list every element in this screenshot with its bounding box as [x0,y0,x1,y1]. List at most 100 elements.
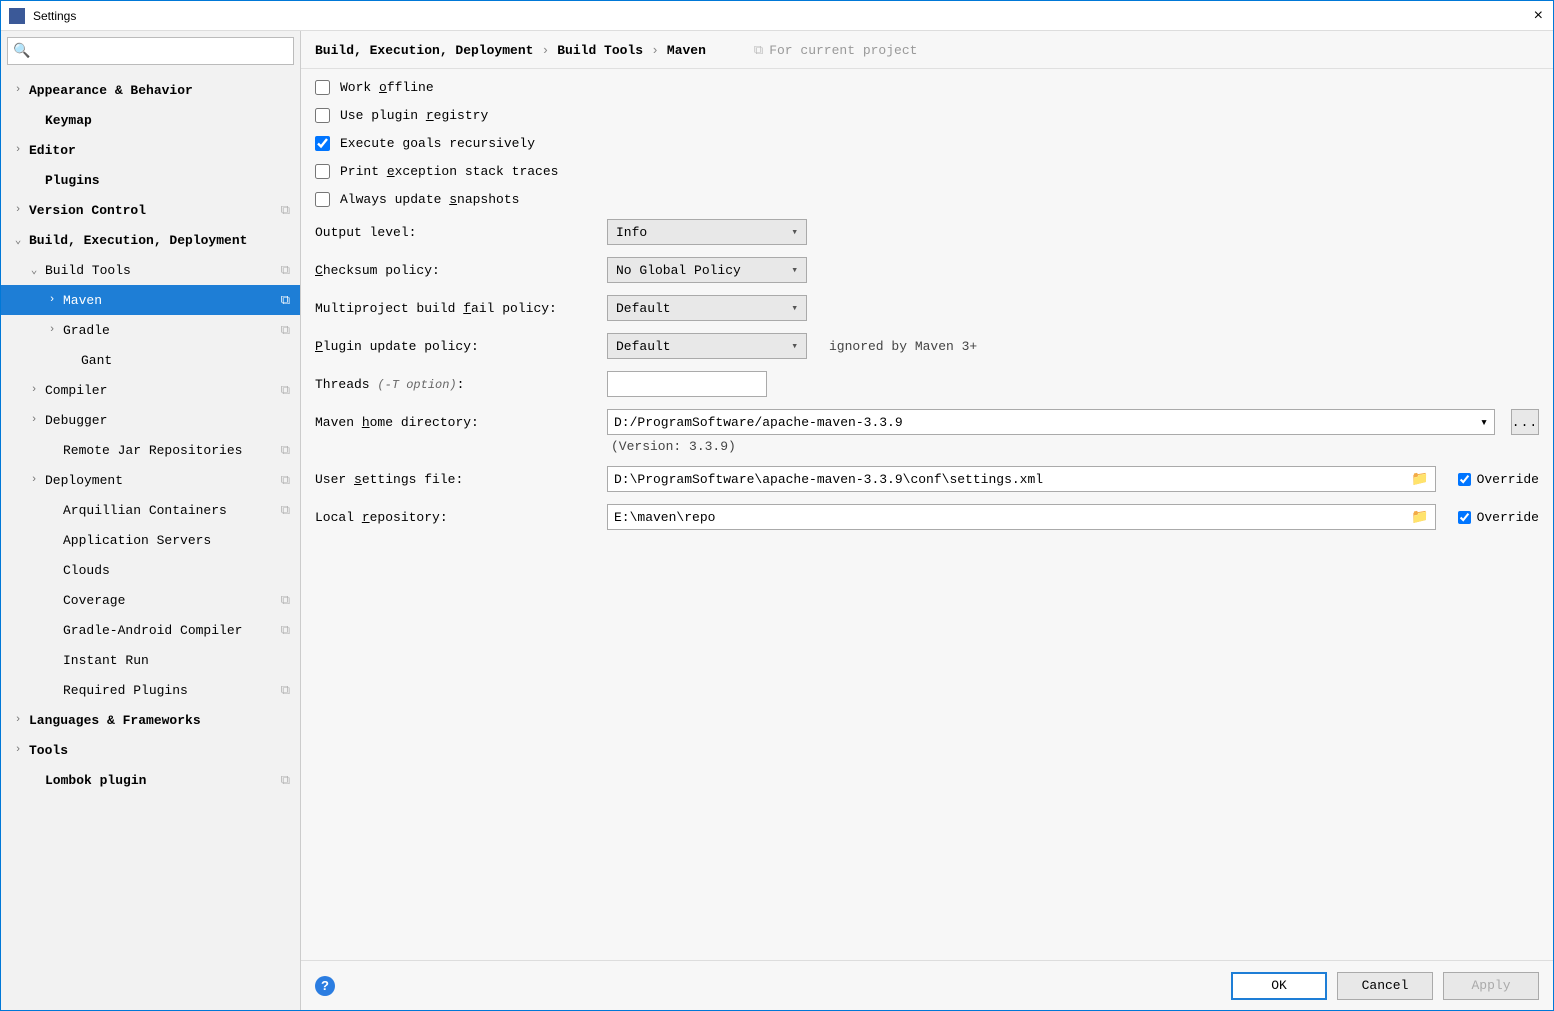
copy-icon: ⧉ [281,683,290,698]
sidebar-item-arquillian-containers[interactable]: Arquillian Containers⧉ [1,495,300,525]
sidebar-item-label: Tools [25,743,68,758]
sidebar-item-label: Required Plugins [59,683,188,698]
sidebar-item-gradle[interactable]: ›Gradle ⧉ [1,315,300,345]
maven-version-note: (Version: 3.3.9) [315,439,1539,454]
local-repo-input[interactable]: E:\maven\repo 📁 [607,504,1436,530]
window-title: Settings [33,9,76,23]
sidebar-item-languages-frameworks[interactable]: ›Languages & Frameworks [1,705,300,735]
sidebar-item-lombok-plugin[interactable]: Lombok plugin⧉ [1,765,300,795]
chevron-icon: › [11,204,25,216]
copy-icon: ⧉ [281,293,290,308]
settings-tree: ›Appearance & BehaviorKeymap›EditorPlugi… [1,71,300,1010]
sidebar-item-appearance-behavior[interactable]: ›Appearance & Behavior [1,75,300,105]
crumb-0: Build, Execution, Deployment [315,43,533,58]
sidebar-item-label: Build Tools [41,263,131,278]
sidebar-item-gradle-android-compiler[interactable]: Gradle-Android Compiler⧉ [1,615,300,645]
maven-home-combo[interactable]: D:/ProgramSoftware/apache-maven-3.3.9 ▾ [607,409,1495,435]
chevron-icon: ⌄ [11,233,25,247]
sidebar-item-keymap[interactable]: Keymap [1,105,300,135]
sidebar-item-label: Version Control [25,203,146,218]
threads-label: Threads (-T option): [315,377,595,392]
sidebar-item-remote-jar-repositories[interactable]: Remote Jar Repositories ⧉ [1,435,300,465]
sidebar-item-coverage[interactable]: Coverage⧉ [1,585,300,615]
sidebar-item-clouds[interactable]: Clouds [1,555,300,585]
folder-icon[interactable]: 📁 [1411,509,1428,526]
sidebar-item-version-control[interactable]: ›Version Control ⧉ [1,195,300,225]
sidebar-item-compiler[interactable]: ›Compiler⧉ [1,375,300,405]
sidebar: 🔍 ›Appearance & BehaviorKeymap›EditorPlu… [1,31,301,1010]
search-input[interactable] [7,37,294,65]
sidebar-item-label: Build, Execution, Deployment [25,233,247,248]
use-plugin-registry-label: Use plugin registry [340,108,488,123]
copy-icon: ⧉ [281,263,290,278]
sidebar-item-tools[interactable]: ›Tools [1,735,300,765]
sidebar-item-label: Arquillian Containers [59,503,227,518]
plugin-update-select[interactable]: Default ▾ [607,333,807,359]
sidebar-item-debugger[interactable]: ›Debugger [1,405,300,435]
user-settings-override-checkbox[interactable] [1458,473,1471,486]
copy-icon: ⧉ [281,323,290,338]
chevron-icon: › [11,744,25,756]
chevron-icon: › [27,474,41,486]
sidebar-item-deployment[interactable]: ›Deployment ⧉ [1,465,300,495]
apply-button[interactable]: Apply [1443,972,1539,1000]
checksum-policy-select[interactable]: No Global Policy ▾ [607,257,807,283]
crumb-2: Maven [667,43,706,58]
chevron-down-icon: ▾ [1480,415,1488,430]
chevron-icon: › [11,144,25,156]
threads-input[interactable] [607,371,767,397]
plugin-update-label: Plugin update policy: [315,339,595,354]
print-exception-checkbox[interactable] [315,164,330,179]
chevron-down-icon: ▾ [791,263,798,277]
copy-icon: ⧉ [281,593,290,608]
copy-icon: ⧉ [281,443,290,458]
copy-icon: ⧉ [281,473,290,488]
crumb-1: Build Tools [557,43,643,58]
copy-icon: ⧉ [281,203,290,218]
ok-button[interactable]: OK [1231,972,1327,1000]
close-icon[interactable]: × [1534,7,1543,25]
sidebar-item-plugins[interactable]: Plugins [1,165,300,195]
plugin-update-note: ignored by Maven 3+ [829,339,977,354]
use-plugin-registry-checkbox[interactable] [315,108,330,123]
cancel-button[interactable]: Cancel [1337,972,1433,1000]
fail-policy-label: Multiproject build fail policy: [315,301,595,316]
sidebar-item-label: Editor [25,143,76,158]
sidebar-item-label: Gant [77,353,112,368]
search-wrap: 🔍 [1,31,300,71]
sidebar-item-label: Debugger [41,413,107,428]
sidebar-item-build-execution-deployment[interactable]: ⌄Build, Execution, Deployment [1,225,300,255]
chevron-icon: › [45,294,59,306]
print-exception-label: Print exception stack traces [340,164,558,179]
user-settings-label: User settings file: [315,472,595,487]
chevron-down-icon: ▾ [791,301,798,315]
sidebar-item-editor[interactable]: ›Editor [1,135,300,165]
dialog-footer: ? OK Cancel Apply [301,960,1553,1010]
local-repo-override-checkbox[interactable] [1458,511,1471,524]
sidebar-item-build-tools[interactable]: ⌄Build Tools⧉ [1,255,300,285]
help-icon[interactable]: ? [315,976,335,996]
output-level-select[interactable]: Info ▾ [607,219,807,245]
maven-home-browse-button[interactable]: ... [1511,409,1539,435]
sidebar-item-label: Deployment [41,473,123,488]
sidebar-item-label: Clouds [59,563,110,578]
sidebar-item-label: Plugins [41,173,100,188]
sidebar-item-label: Gradle-Android Compiler [59,623,242,638]
chevron-icon: › [11,84,25,96]
always-snapshots-checkbox[interactable] [315,192,330,207]
chevron-icon: › [27,414,41,426]
sidebar-item-maven[interactable]: ›Maven⧉ [1,285,300,315]
sidebar-item-required-plugins[interactable]: Required Plugins ⧉ [1,675,300,705]
sidebar-item-gant[interactable]: Gant [1,345,300,375]
sidebar-item-application-servers[interactable]: Application Servers [1,525,300,555]
folder-icon[interactable]: 📁 [1411,471,1428,488]
sidebar-item-label: Gradle [59,323,110,338]
form-area: Work offline Use plugin registry Execute… [301,68,1553,960]
user-settings-input[interactable]: D:\ProgramSoftware\apache-maven-3.3.9\co… [607,466,1436,492]
sidebar-item-label: Remote Jar Repositories [59,443,242,458]
work-offline-checkbox[interactable] [315,80,330,95]
sidebar-item-instant-run[interactable]: Instant Run [1,645,300,675]
fail-policy-select[interactable]: Default ▾ [607,295,807,321]
execute-recursively-checkbox[interactable] [315,136,330,151]
chevron-icon: › [45,324,59,336]
